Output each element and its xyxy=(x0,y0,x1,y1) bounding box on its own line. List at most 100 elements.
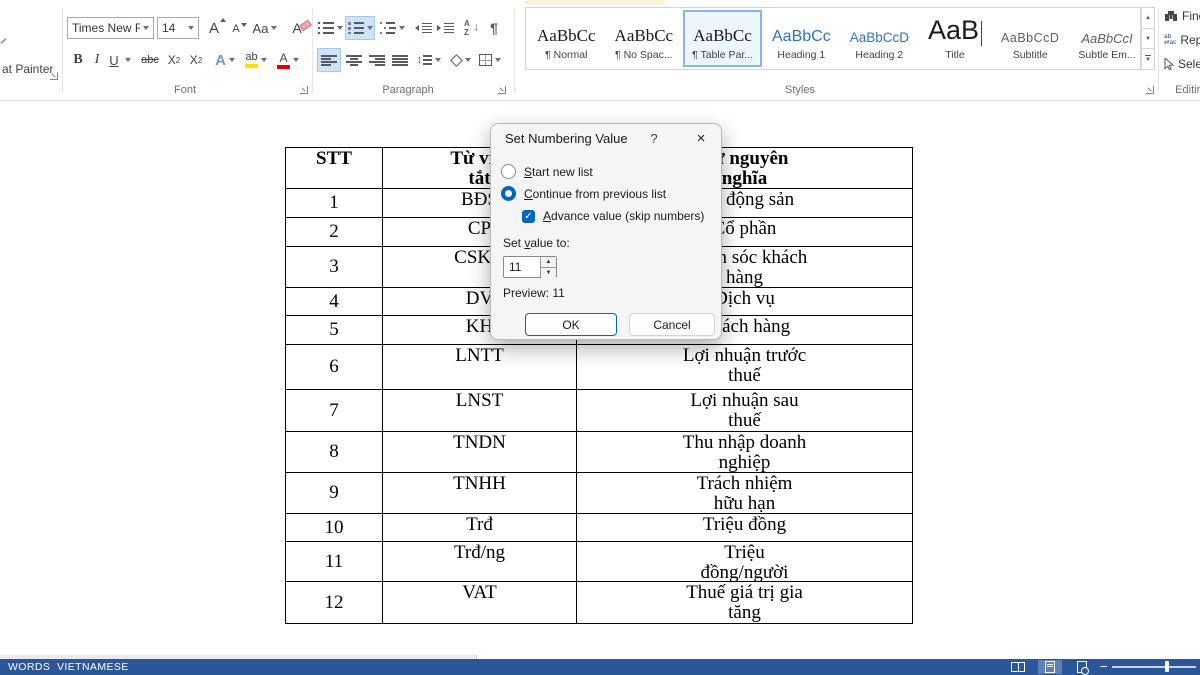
style-item-8[interactable]: AaBbCcISubtle Em... xyxy=(1069,10,1141,67)
word-count-label[interactable]: WORDS xyxy=(8,659,50,675)
align-center-button[interactable] xyxy=(343,48,365,72)
checkbox-checked-icon[interactable]: ✓ xyxy=(522,210,535,223)
underline-button[interactable]: U xyxy=(107,50,121,70)
zoom-slider-thumb[interactable] xyxy=(1165,661,1169,672)
radio-selected-icon[interactable] xyxy=(501,186,516,201)
spinner-up-icon[interactable]: ▲ xyxy=(541,257,556,268)
table-cell[interactable]: 10 xyxy=(286,514,383,542)
show-formatting-marks-button[interactable]: ¶ xyxy=(486,16,502,40)
zoom-slider-track[interactable] xyxy=(1112,666,1196,668)
clipboard-dialog-launcher-icon[interactable] xyxy=(50,72,58,80)
superscript-button[interactable]: X2 xyxy=(187,50,205,70)
style-item-3[interactable]: AaBbCc¶ Table Par... xyxy=(683,10,762,67)
table-cell[interactable]: Thu nhập doanh nghiệp xyxy=(577,432,912,473)
web-layout-button[interactable] xyxy=(1070,660,1094,674)
style-item-4[interactable]: AaBbCcHeading 1 xyxy=(763,10,840,67)
cancel-button[interactable]: Cancel xyxy=(629,313,715,336)
table-cell[interactable]: 2 xyxy=(286,218,383,247)
table-cell[interactable]: 1 xyxy=(286,189,383,218)
bullets-button[interactable] xyxy=(317,17,343,39)
style-item-2[interactable]: AaBbCc¶ No Spac... xyxy=(606,10,683,67)
styles-more-button[interactable]: ▼ xyxy=(1141,49,1155,70)
italic-button[interactable]: I xyxy=(90,50,104,70)
table-cell[interactable]: VAT xyxy=(383,582,577,623)
table-cell[interactable]: Trđ/ng xyxy=(383,542,577,582)
numbering-button[interactable] xyxy=(345,16,375,40)
align-right-button[interactable] xyxy=(366,48,388,72)
styles-scroll-down-button[interactable]: ▼ xyxy=(1141,29,1155,50)
table-cell[interactable]: Trđ xyxy=(383,514,577,542)
font-color-button[interactable]: A xyxy=(274,48,302,72)
language-label[interactable]: VIETNAMESE xyxy=(57,659,129,675)
table-cell[interactable]: 7 xyxy=(286,390,383,432)
styles-group-label: Styles xyxy=(785,84,815,96)
paragraph-dialog-launcher-icon[interactable] xyxy=(498,86,506,94)
align-left-button[interactable] xyxy=(317,48,341,72)
clear-formatting-button[interactable]: A xyxy=(286,17,308,39)
print-layout-button[interactable] xyxy=(1038,660,1062,674)
sort-button[interactable]: AZ↓ xyxy=(461,16,481,40)
font-dialog-launcher-icon[interactable] xyxy=(300,86,308,94)
radio-unselected-icon[interactable] xyxy=(501,164,516,179)
continue-from-previous-option[interactable]: Continue from previous list xyxy=(501,186,666,201)
text-highlight-color-button[interactable]: ab xyxy=(242,48,270,72)
table-cell[interactable]: 3 xyxy=(286,247,383,288)
close-icon[interactable]: × xyxy=(689,127,713,149)
style-item-6[interactable]: AaBTitle xyxy=(919,10,991,67)
zoom-out-button[interactable]: − xyxy=(1100,659,1108,674)
help-icon[interactable]: ? xyxy=(646,131,662,146)
table-cell[interactable]: TNHH xyxy=(383,473,577,514)
select-button[interactable]: Select xyxy=(1164,57,1200,71)
table-cell[interactable]: 4 xyxy=(286,288,383,316)
start-new-list-option[interactable]: Start new list xyxy=(501,164,593,179)
shrink-font-button[interactable]: A xyxy=(228,19,244,39)
table-cell[interactable]: 11 xyxy=(286,542,383,582)
table-cell[interactable]: LNST xyxy=(383,390,577,432)
style-item-5[interactable]: AaBbCcDHeading 2 xyxy=(841,10,918,67)
subscript-button[interactable]: X2 xyxy=(165,50,183,70)
advance-value-label: Advance value (skip numbers) xyxy=(543,209,704,223)
advance-value-option[interactable]: ✓ Advance value (skip numbers) xyxy=(522,209,704,223)
chevron-down-icon[interactable] xyxy=(125,58,131,62)
table-header-cell[interactable]: STT xyxy=(286,148,383,189)
table-cell[interactable]: Lợi nhuận trước thuế xyxy=(577,345,912,390)
font-size-combobox[interactable]: 14 xyxy=(157,17,199,39)
line-spacing-button[interactable]: ↕ xyxy=(414,48,444,72)
table-cell[interactable]: LNTT xyxy=(383,345,577,390)
increase-indent-button[interactable] xyxy=(435,17,455,39)
table-cell[interactable]: 9 xyxy=(286,473,383,514)
multilevel-list-button[interactable] xyxy=(378,17,406,39)
styles-scroll-up-button[interactable]: ▲ xyxy=(1141,7,1155,29)
text-effects-button[interactable]: A xyxy=(212,50,238,70)
find-button[interactable]: Find xyxy=(1164,9,1200,23)
table-cell[interactable]: 5 xyxy=(286,316,383,345)
table-cell[interactable]: Thuế giá trị gia tăng xyxy=(577,582,912,623)
table-cell[interactable]: Trách nhiệm hữu hạn xyxy=(577,473,912,514)
table-cell[interactable]: 6 xyxy=(286,345,383,390)
spinner-down-icon[interactable]: ▼ xyxy=(541,268,556,278)
replace-button[interactable]: ab⇄ac Replace xyxy=(1164,33,1200,47)
style-item-1[interactable]: AaBbCc¶ Normal xyxy=(528,10,605,67)
grow-font-button[interactable]: A xyxy=(205,17,223,39)
table-cell[interactable]: Triệu đồng xyxy=(577,514,912,542)
style-preview: AaB xyxy=(928,16,982,46)
font-name-combobox[interactable]: Times New R xyxy=(67,17,154,39)
table-cell[interactable]: 8 xyxy=(286,432,383,473)
bold-button[interactable]: B xyxy=(70,50,86,70)
table-cell[interactable]: 12 xyxy=(286,582,383,623)
change-case-button[interactable]: Aa xyxy=(251,17,279,39)
set-value-input[interactable] xyxy=(504,257,540,277)
format-painter-button[interactable]: at Painter xyxy=(2,62,53,76)
style-item-7[interactable]: AaBbCcDSubtitle xyxy=(992,10,1068,67)
borders-button[interactable] xyxy=(476,48,504,72)
decrease-indent-button[interactable] xyxy=(413,17,433,39)
justify-button[interactable] xyxy=(389,48,411,72)
table-cell[interactable]: TNDN xyxy=(383,432,577,473)
read-mode-button[interactable] xyxy=(1006,660,1030,674)
strikethrough-button[interactable]: abc xyxy=(138,50,162,70)
shading-button[interactable] xyxy=(447,48,473,72)
ok-button[interactable]: OK xyxy=(525,313,617,336)
table-cell[interactable]: Lợi nhuận sau thuế xyxy=(577,390,912,432)
table-cell[interactable]: Triệu đồng/người xyxy=(577,542,912,582)
styles-dialog-launcher-icon[interactable] xyxy=(1146,86,1154,94)
